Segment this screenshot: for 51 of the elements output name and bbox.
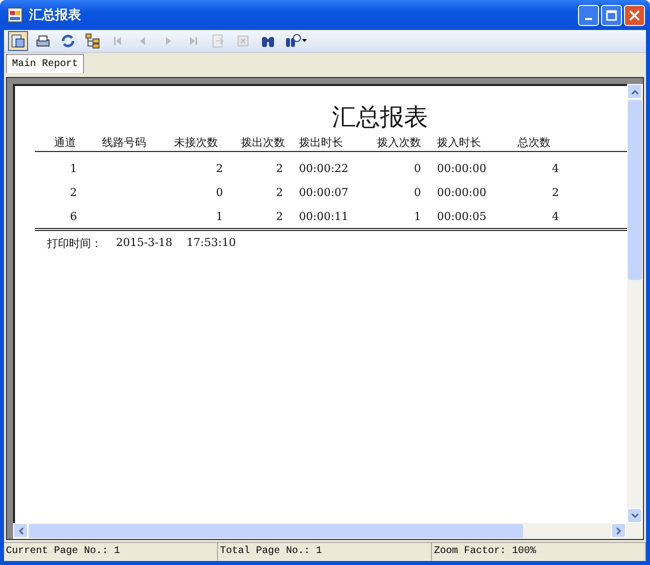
status-text: Current Page No.: 1	[4, 543, 218, 561]
print-date: 2015-3-18	[116, 236, 172, 251]
scroll-up-icon[interactable]	[630, 88, 638, 94]
table-cell: 1	[216, 210, 223, 223]
maximize-button[interactable]	[601, 4, 622, 26]
report-title: 汇总报表	[331, 102, 429, 133]
table-cell: 0	[414, 162, 421, 175]
column-header: 未接次数	[173, 135, 219, 151]
table-cell: 00:00:22	[299, 162, 348, 175]
table-cell: 2	[552, 186, 559, 199]
table-cell: 00:00:07	[299, 186, 348, 199]
table-cell: 0	[414, 186, 421, 199]
scroll-left-icon[interactable]	[18, 526, 24, 534]
vertical-scrollbar[interactable]	[627, 84, 643, 523]
report-tab[interactable]: Main Report	[6, 54, 84, 73]
table-cell: 00:00:11	[299, 210, 348, 223]
status-text: Zoom Factor: 100%	[432, 543, 646, 561]
close-button[interactable]	[624, 4, 645, 26]
table-cell: 1	[70, 162, 77, 175]
status-text: Total Page No.: 1	[218, 543, 432, 561]
minimize-icon	[585, 18, 592, 20]
scroll-right-icon[interactable]	[616, 526, 622, 534]
table-cell: 1	[414, 210, 421, 223]
column-header: 通道	[53, 135, 77, 151]
table-cell: 6	[70, 210, 77, 223]
column-header: 拨出次数	[240, 135, 286, 151]
maximize-icon	[606, 10, 617, 20]
close-icon	[629, 10, 640, 20]
window-title: 汇总报表	[29, 7, 82, 24]
table-cell: 4	[552, 210, 559, 223]
column-header: 线路号码	[101, 135, 147, 151]
table-cell: 2	[216, 162, 223, 175]
column-header: 拨入时长	[436, 135, 482, 151]
scroll-down-icon[interactable]	[630, 512, 638, 518]
minimize-button[interactable]	[578, 4, 599, 26]
horizontal-scrollbar[interactable]	[13, 523, 643, 539]
app-icon	[7, 7, 23, 23]
table-cell: 2	[70, 186, 77, 199]
table-cell: 4	[552, 162, 559, 175]
table-cell: 2	[276, 210, 283, 223]
column-header: 拨出时长	[298, 135, 344, 151]
column-header: 拨入次数	[376, 135, 422, 151]
print-time: 17:53:10	[186, 236, 236, 251]
table-cell: 2	[276, 186, 283, 199]
table-cell: 0	[216, 186, 223, 199]
table-cell: 00:00:00	[437, 162, 486, 175]
table-cell: 00:00:00	[437, 186, 486, 199]
print-time-label: 打印时间：	[47, 236, 102, 251]
table-cell: 00:00:05	[437, 210, 486, 223]
column-header: 总次数	[516, 135, 552, 151]
table-cell: 2	[276, 162, 283, 175]
